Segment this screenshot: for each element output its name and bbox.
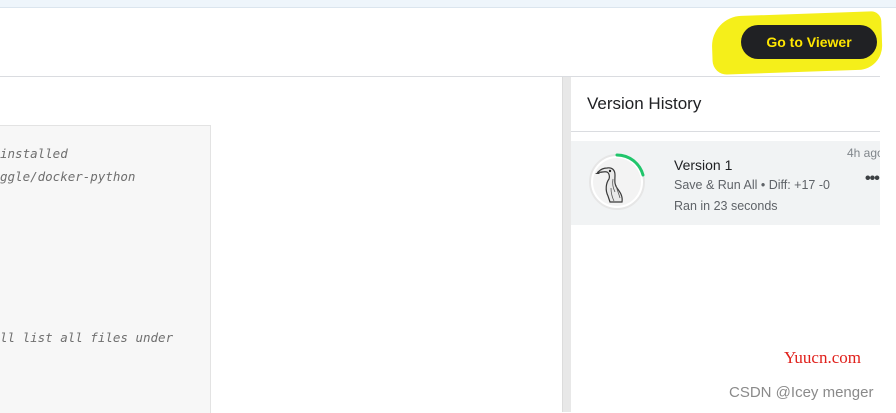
version-run-status: Ran in 23 seconds — [674, 199, 778, 213]
code-comment-line: installed — [0, 146, 68, 161]
code-comment-line: ggle/docker-python — [0, 169, 136, 184]
more-options-icon[interactable]: ••• — [865, 170, 880, 188]
code-comment-line: ll list all files under — [0, 330, 174, 345]
code-editor[interactable]: installed ggle/docker-python ll list all… — [0, 125, 211, 413]
version-name: Version 1 — [674, 157, 733, 173]
version-timestamp: 4h ago — [847, 146, 880, 160]
panel-title: Version History — [587, 94, 702, 113]
panel-resize-handle[interactable] — [562, 77, 571, 412]
author-watermark: CSDN @Icey menger — [729, 384, 874, 401]
version-list-item[interactable]: Version 1 Save & Run All • Diff: +17 -0 … — [571, 141, 880, 225]
panel-divider — [571, 131, 880, 132]
goose-avatar-icon — [587, 152, 647, 212]
go-to-viewer-button[interactable]: Go to Viewer — [741, 25, 877, 59]
top-strip — [0, 0, 896, 8]
version-meta: Save & Run All • Diff: +17 -0 — [674, 178, 830, 192]
site-watermark: Yuucn.com — [784, 348, 861, 367]
